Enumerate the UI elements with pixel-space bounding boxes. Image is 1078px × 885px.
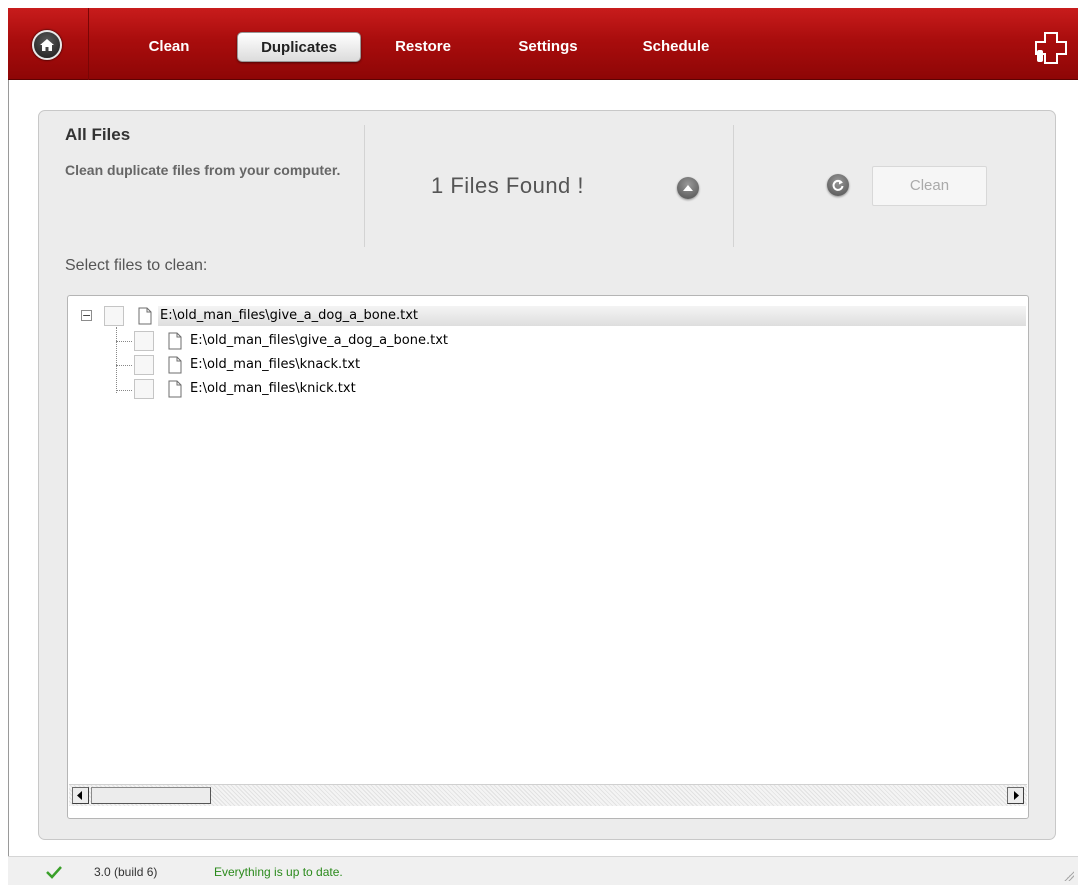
- tree-child-row[interactable]: E:\old_man_files\knack.txt: [68, 354, 668, 376]
- plus-cross-icon: [1035, 32, 1067, 64]
- arrow-right-icon: [1014, 791, 1019, 800]
- checkmark-icon: [46, 866, 62, 879]
- root-checkbox[interactable]: [104, 306, 124, 326]
- clean-button[interactable]: Clean: [872, 166, 987, 206]
- files-found-count: 1 Files Found !: [431, 173, 585, 198]
- resize-grip[interactable]: [1064, 871, 1074, 881]
- chevron-up-icon: [683, 185, 693, 191]
- nav-separator: [88, 8, 89, 80]
- home-button[interactable]: [32, 30, 62, 60]
- panel-description: Clean duplicate files from your computer…: [65, 162, 341, 178]
- refresh-button[interactable]: [827, 174, 849, 196]
- top-nav-bar: Clean Duplicates Restore Settings Schedu…: [8, 8, 1078, 80]
- file-checkbox[interactable]: [134, 331, 154, 351]
- select-files-label: Select files to clean:: [65, 257, 208, 274]
- arrow-left-icon: [77, 791, 82, 800]
- file-icon: [168, 332, 182, 350]
- collapse-button[interactable]: [677, 177, 699, 199]
- panel-title: All Files: [65, 125, 131, 144]
- scroll-right-button[interactable]: [1007, 787, 1024, 804]
- tree-child-row[interactable]: E:\old_man_files\knick.txt: [68, 378, 668, 400]
- file-icon: [168, 380, 182, 398]
- horizontal-scrollbar[interactable]: [69, 784, 1027, 806]
- home-icon: [40, 39, 54, 51]
- tab-restore[interactable]: Restore: [383, 32, 463, 62]
- scroll-thumb[interactable]: [91, 787, 211, 804]
- update-status: Everything is up to date.: [214, 865, 343, 879]
- scroll-left-button[interactable]: [72, 787, 89, 804]
- tab-settings[interactable]: Settings: [506, 32, 590, 62]
- duplicates-panel: All Files Clean duplicate files from you…: [38, 110, 1056, 840]
- file-icon: [138, 307, 152, 325]
- divider: [733, 125, 734, 247]
- refresh-icon: [832, 179, 844, 191]
- file-path: E:\old_man_files\knick.txt: [190, 381, 356, 396]
- file-checkbox[interactable]: [134, 379, 154, 399]
- file-icon: [168, 356, 182, 374]
- version-label: 3.0 (build 6): [94, 865, 158, 879]
- collapse-toggle[interactable]: −: [81, 310, 92, 321]
- tab-schedule[interactable]: Schedule: [628, 32, 724, 62]
- status-bar: 3.0 (build 6) Everything is up to date.: [8, 856, 1078, 885]
- divider: [364, 125, 365, 247]
- tab-duplicates[interactable]: Duplicates: [237, 32, 361, 62]
- file-tree[interactable]: − E:\old_man_files\give_a_dog_a_bone.txt…: [67, 295, 1029, 819]
- file-checkbox[interactable]: [134, 355, 154, 375]
- file-path: E:\old_man_files\give_a_dog_a_bone.txt: [190, 333, 449, 348]
- file-path: E:\old_man_files\knack.txt: [190, 357, 361, 372]
- file-path: E:\old_man_files\give_a_dog_a_bone.txt: [160, 308, 419, 323]
- tree-root-row[interactable]: − E:\old_man_files\give_a_dog_a_bone.txt: [68, 305, 1028, 327]
- window-border: [8, 80, 9, 856]
- tree-child-row[interactable]: E:\old_man_files\give_a_dog_a_bone.txt: [68, 330, 668, 352]
- tab-clean[interactable]: Clean: [134, 32, 204, 62]
